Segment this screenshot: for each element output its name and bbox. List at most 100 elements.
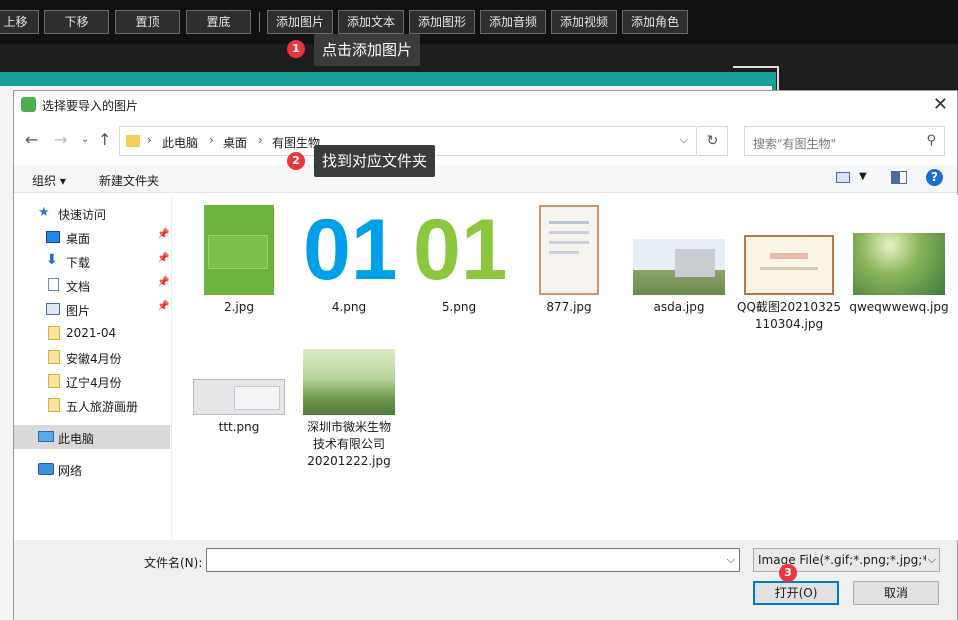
file-thumbnail [193, 379, 285, 415]
open-button[interactable]: 打开(O) [753, 581, 839, 605]
add-image-button[interactable]: 添加图片 [267, 10, 333, 34]
close-icon[interactable]: ✕ [933, 94, 948, 115]
folder-icon [48, 398, 60, 412]
file-thumbnail [744, 235, 834, 295]
back-arrow-icon[interactable]: ← [25, 130, 38, 149]
navigation-pane: ★ 快速访问 桌面 📌 ⬇ 下载 📌 文档 📌 图片 📌 2021-04 安徽4… [14, 195, 172, 540]
forward-arrow-icon[interactable]: → [54, 130, 67, 149]
sidebar-item-folder[interactable]: 2021-04 [14, 321, 170, 345]
network-icon [38, 463, 54, 475]
sidebar-item-this-pc[interactable]: 此电脑 [14, 425, 170, 449]
filename-input[interactable]: ⌵ [206, 548, 740, 572]
filename-label: 文件名(N): [144, 556, 203, 570]
sidebar-item-label: 文档 [66, 280, 91, 294]
dialog-footer: 文件名(N): ⌵ Image File(*.gif;*.png;*.jpg;*… [14, 540, 957, 620]
preview-pane-icon[interactable] [891, 171, 907, 184]
desktop-icon [46, 231, 60, 243]
file-thumbnail [633, 239, 725, 295]
cancel-button[interactable]: 取消 [853, 581, 939, 605]
file-item[interactable]: 深圳市微米生物技术有限公司20201222.jpg [294, 345, 404, 470]
app-icon [21, 97, 36, 112]
add-character-button[interactable]: 添加角色 [622, 10, 688, 34]
navigation-row: ← → ⌄ ↑ › 此电脑 › 桌面 › 有图生物 ⌵ ↻ 搜索"有图生物" ⚲ [14, 125, 957, 157]
organize-menu[interactable]: 组织 ▾ [32, 172, 66, 189]
computer-icon [38, 431, 54, 442]
sidebar-item-label: 桌面 [66, 232, 91, 246]
sidebar-item-label: 安徽4月份 [66, 352, 122, 366]
step-badge-2: 2 [287, 152, 305, 170]
sidebar-item-folder[interactable]: 五人旅游画册 [14, 393, 170, 417]
sidebar-item-label: 下载 [66, 256, 91, 270]
add-video-button[interactable]: 添加视频 [551, 10, 617, 34]
bring-to-top-button[interactable]: 置顶 [115, 10, 180, 34]
file-thumbnail [303, 349, 395, 415]
file-item[interactable]: 877.jpg [514, 205, 624, 316]
sidebar-item-label: 辽宁4月份 [66, 376, 122, 390]
new-folder-button[interactable]: 新建文件夹 [99, 172, 159, 189]
sidebar-item-label: 图片 [66, 304, 91, 318]
sidebar-item-folder[interactable]: 安徽4月份 [14, 345, 170, 369]
search-input[interactable]: 搜索"有图生物" ⚲ [744, 126, 945, 156]
file-item[interactable]: qweqwwewq.jpg [844, 205, 954, 316]
sidebar-item-label: 五人旅游画册 [66, 400, 139, 414]
sidebar-item-label: 快速访问 [58, 208, 107, 222]
file-item[interactable]: ttt.png [184, 345, 294, 436]
sidebar-item-downloads[interactable]: ⬇ 下载 📌 [14, 249, 170, 273]
toolbar-separator [259, 12, 260, 32]
pictures-icon [46, 303, 60, 315]
sidebar-item-quick-access[interactable]: ★ 快速访问 [14, 201, 170, 225]
file-item[interactable]: 01 5.png [404, 205, 514, 316]
sidebar-item-folder[interactable]: 辽宁4月份 [14, 369, 170, 393]
search-placeholder: 搜索"有图生物" [753, 137, 837, 151]
send-to-bottom-button[interactable]: 置底 [186, 10, 251, 34]
pin-icon: 📌 [157, 253, 170, 264]
file-item[interactable]: asda.jpg [624, 205, 734, 316]
help-icon[interactable]: ? [926, 169, 943, 186]
breadcrumb-desktop[interactable]: 桌面 [223, 134, 247, 151]
sidebar-item-network[interactable]: 网络 [14, 457, 170, 481]
breadcrumb-this-pc[interactable]: 此电脑 [162, 134, 198, 151]
file-name: asda.jpg [653, 300, 705, 314]
address-dropdown-icon[interactable]: ⌵ [680, 133, 688, 147]
pin-icon: 📌 [157, 229, 170, 240]
add-text-button[interactable]: 添加文本 [338, 10, 404, 34]
sidebar-item-pictures[interactable]: 图片 📌 [14, 297, 170, 321]
file-name: qweqwwewq.jpg [849, 300, 949, 314]
file-name: 5.png [441, 300, 477, 314]
chevron-down-icon: ⌵ [925, 549, 936, 571]
move-up-button[interactable]: 上移 [0, 10, 39, 34]
pin-icon: 📌 [157, 277, 170, 288]
up-arrow-icon[interactable]: ↑ [98, 130, 111, 149]
recent-locations-chevron-icon[interactable]: ⌄ [81, 134, 89, 145]
file-name: QQ截图20210325110304.jpg [737, 300, 841, 331]
file-open-dialog: 选择要导入的图片 ✕ ← → ⌄ ↑ › 此电脑 › 桌面 › 有图生物 ⌵ ↻… [13, 90, 958, 620]
add-shape-button[interactable]: 添加图形 [409, 10, 475, 34]
breadcrumb-separator-icon: › [258, 133, 263, 147]
folder-icon [48, 374, 60, 388]
pin-icon: 📌 [157, 301, 170, 312]
file-name: 877.jpg [546, 300, 592, 314]
sidebar-item-desktop[interactable]: 桌面 📌 [14, 225, 170, 249]
file-item[interactable]: QQ截图20210325110304.jpg [734, 205, 844, 333]
file-name: 2.jpg [223, 300, 255, 314]
chevron-down-icon[interactable]: ⌵ [727, 553, 735, 567]
folder-icon [48, 326, 60, 340]
file-name: 4.png [331, 300, 367, 314]
view-options-icon[interactable] [836, 172, 850, 183]
breadcrumb-current-folder[interactable]: 有图生物 [272, 134, 320, 151]
file-name: 深圳市微米生物技术有限公司20201222.jpg [306, 420, 391, 468]
search-icon: ⚲ [926, 133, 936, 148]
sidebar-item-documents[interactable]: 文档 📌 [14, 273, 170, 297]
step-callout-2: 找到对应文件夹 [314, 145, 436, 177]
file-item[interactable]: 2.jpg [184, 205, 294, 316]
file-item[interactable]: 01 4.png [294, 205, 404, 316]
view-dropdown-icon[interactable]: ▼ [859, 171, 867, 182]
move-down-button[interactable]: 下移 [44, 10, 109, 34]
editor-toolbar: 上移 下移 置顶 置底 添加图片 添加文本 添加图形 添加音频 添加视频 添加角… [0, 0, 958, 44]
step-badge-1: 1 [287, 40, 305, 58]
folder-icon [126, 135, 140, 147]
step-badge-3: 3 [779, 564, 797, 582]
add-audio-button[interactable]: 添加音频 [480, 10, 546, 34]
refresh-icon[interactable]: ↻ [698, 126, 728, 156]
folder-icon [48, 350, 60, 364]
